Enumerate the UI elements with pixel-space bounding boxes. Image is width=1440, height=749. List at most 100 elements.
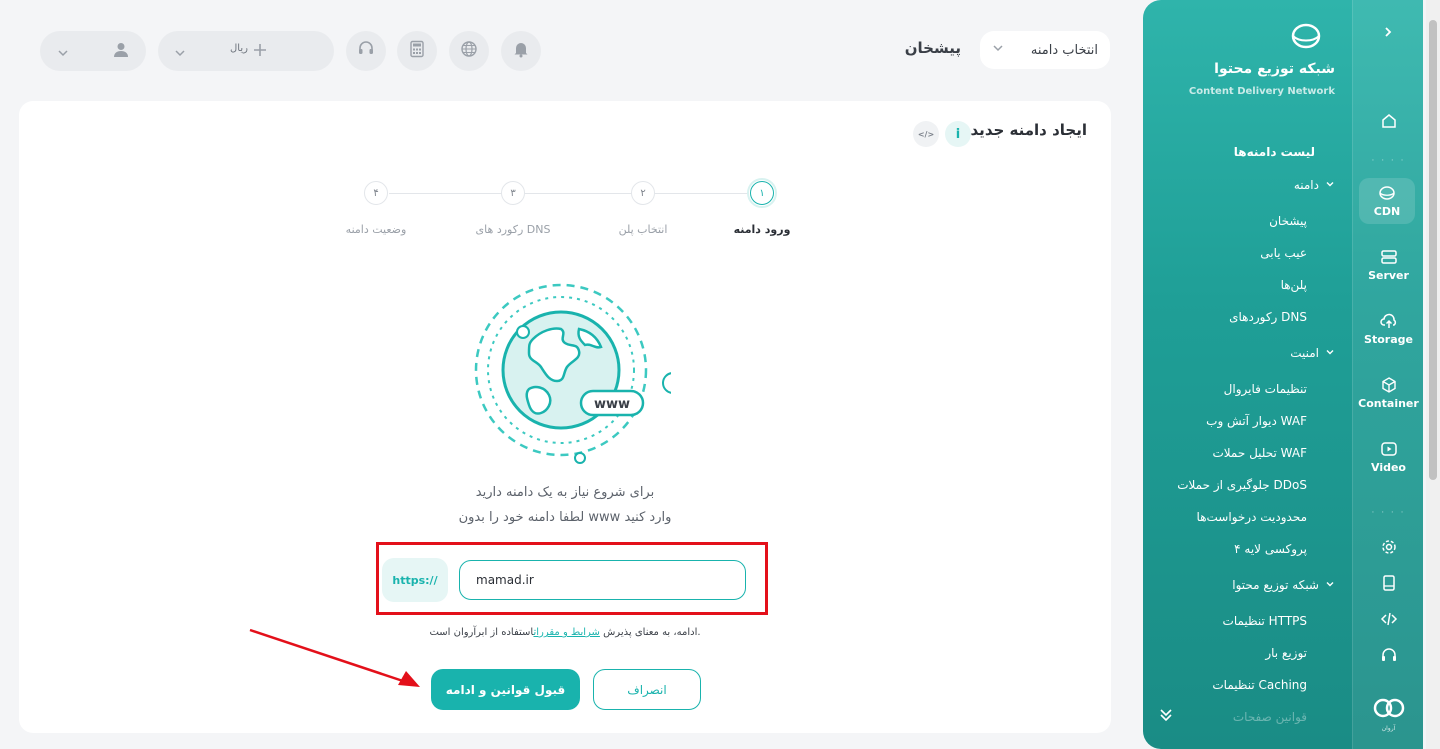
language-button[interactable] bbox=[449, 31, 489, 71]
rail-docs[interactable] bbox=[1353, 574, 1423, 595]
scrollbar-thumb[interactable] bbox=[1429, 20, 1437, 480]
domain-select[interactable]: انتخاب دامنه bbox=[980, 31, 1110, 69]
chevron-down-icon bbox=[1325, 178, 1335, 192]
rail-settings[interactable] bbox=[1353, 538, 1423, 559]
notifications-button[interactable] bbox=[501, 31, 541, 71]
menu-group-label: امنیت bbox=[1290, 346, 1319, 360]
menu-group-security[interactable]: امنیت bbox=[1290, 346, 1335, 360]
info-icon[interactable]: i bbox=[945, 121, 971, 147]
menu-waf-analytics[interactable]: تحلیل حملات WAF bbox=[1212, 446, 1307, 460]
create-domain-card: ایجاد دامنه جدید i </> ۱ ۲ ۳ ۴ ورود دامن… bbox=[19, 101, 1111, 733]
step-4-label: وضعیت دامنه bbox=[345, 223, 407, 236]
cancel-button[interactable]: انصراف bbox=[593, 669, 701, 710]
menu-group-label: دامنه bbox=[1293, 178, 1319, 192]
arvan-logo: آروان bbox=[1353, 694, 1423, 732]
chevron-down-icon bbox=[1325, 578, 1335, 592]
code-icon[interactable]: </> bbox=[913, 121, 939, 147]
domain-select-label: انتخاب دامنه bbox=[1030, 42, 1098, 58]
globe-icon bbox=[460, 40, 478, 62]
wallet-pill[interactable]: ریال bbox=[158, 31, 334, 71]
menu-ddos[interactable]: جلوگیری از حملات DDoS bbox=[1177, 478, 1307, 492]
cdn-icon bbox=[1379, 186, 1395, 200]
cube-icon bbox=[1381, 377, 1396, 393]
sidebar: شبکه توزیع محتوا Content Delivery Networ… bbox=[1143, 0, 1423, 749]
calculator-button[interactable] bbox=[397, 31, 437, 71]
terms-text: ادامه، به معنای پذیرش شرایط و مقرراتاستف… bbox=[19, 627, 1111, 638]
cdn-logo-icon bbox=[1291, 23, 1321, 49]
menu-rate-limit[interactable]: محدودیت درخواست‌ها bbox=[1197, 510, 1307, 524]
bell-icon bbox=[512, 40, 530, 62]
menu-group-label: شبکه توزیع محتوا bbox=[1232, 578, 1319, 592]
rail-api[interactable] bbox=[1353, 610, 1423, 631]
rail-cdn[interactable]: CDN bbox=[1359, 178, 1415, 224]
rail-home[interactable] bbox=[1353, 112, 1423, 133]
rail-label: Video bbox=[1371, 461, 1406, 474]
arvan-logo-text: آروان bbox=[1381, 725, 1396, 732]
stepper: ۱ ۲ ۳ ۴ ورود دامنه انتخاب پلن رکورد های … bbox=[19, 178, 1111, 249]
domain-input[interactable] bbox=[459, 560, 746, 600]
arvan-logo-icon bbox=[1373, 698, 1404, 718]
user-icon bbox=[112, 41, 130, 63]
instruction-line-1: برای شروع نیاز به یک دامنه دارید bbox=[475, 485, 655, 500]
protocol-prefix: https:// bbox=[382, 558, 448, 602]
brand-title: شبکه توزیع محتوا bbox=[1214, 61, 1335, 77]
step-3-label: رکورد های DNS bbox=[475, 223, 551, 236]
collapse-chevron-icon[interactable] bbox=[1381, 24, 1395, 43]
step-4-circle: ۴ bbox=[364, 181, 388, 205]
menu-l4-proxy[interactable]: پروکسی لایه ۴ bbox=[1234, 542, 1307, 556]
page-title: پیشخان bbox=[904, 39, 961, 57]
menu-caching[interactable]: تنظیمات Caching bbox=[1212, 678, 1307, 692]
book-icon bbox=[1382, 575, 1395, 591]
gear-icon bbox=[1381, 540, 1396, 554]
terms-before: ادامه، به معنای پذیرش bbox=[599, 627, 698, 638]
step-2-label: انتخاب پلن bbox=[618, 223, 668, 236]
rail-video[interactable]: Video bbox=[1353, 440, 1423, 474]
globe-illustration: www bbox=[474, 283, 671, 464]
menu-troubleshoot[interactable]: عیب یابی bbox=[1260, 246, 1307, 260]
instruction-line-2: لطفا دامنه خود را بدون www وارد کنید bbox=[458, 510, 672, 525]
menu-firewall[interactable]: تنظیمات فایروال bbox=[1224, 382, 1307, 396]
double-chevron-down-icon[interactable] bbox=[1157, 706, 1175, 728]
rail-server[interactable]: Server bbox=[1353, 248, 1423, 282]
menu-domain-list[interactable]: لیست دامنه‌ها bbox=[1234, 145, 1315, 159]
accept-continue-button[interactable]: قبول قوانین و ادامه bbox=[431, 669, 580, 710]
headset-icon bbox=[357, 40, 375, 62]
rail-container[interactable]: Container bbox=[1353, 376, 1423, 410]
menu-dashboard[interactable]: پیشخان bbox=[1269, 214, 1307, 228]
menu-waf[interactable]: دیوار آتش وب WAF bbox=[1206, 414, 1307, 428]
step-1-label: ورود دامنه bbox=[733, 223, 791, 236]
step-divider bbox=[525, 193, 633, 194]
rail-label: Server bbox=[1368, 269, 1409, 282]
menu-plans[interactable]: پلن‌ها bbox=[1281, 278, 1307, 292]
rail-separator: · · · · bbox=[1371, 508, 1406, 518]
rail-label: Container bbox=[1358, 397, 1419, 410]
terms-link[interactable]: شرایط و مقررات bbox=[533, 627, 599, 638]
svg-text:www: www bbox=[594, 397, 630, 412]
home-icon bbox=[1381, 114, 1396, 128]
menu-load-balancer[interactable]: توزیع بار bbox=[1265, 646, 1307, 660]
currency-label: ریال bbox=[230, 43, 248, 54]
server-icon bbox=[1380, 250, 1397, 264]
menu-group-domain[interactable]: دامنه bbox=[1294, 178, 1335, 192]
card-title: ایجاد دامنه جدید bbox=[970, 121, 1087, 139]
rail-label: CDN bbox=[1373, 205, 1401, 218]
menu-page-rules[interactable]: قوانین صفحات bbox=[1233, 710, 1307, 724]
chevron-down-icon bbox=[1325, 346, 1335, 360]
menu-group-cdn[interactable]: شبکه توزیع محتوا bbox=[1232, 578, 1335, 592]
step-divider bbox=[389, 193, 503, 194]
plus-icon[interactable] bbox=[252, 42, 268, 62]
rail-support[interactable] bbox=[1353, 646, 1423, 667]
user-menu[interactable] bbox=[40, 31, 146, 71]
rail-separator: · · · · bbox=[1371, 156, 1406, 166]
code-icon bbox=[1380, 612, 1397, 626]
step-2-circle: ۲ bbox=[631, 181, 655, 205]
rail-label: Storage bbox=[1364, 333, 1413, 346]
support-button[interactable] bbox=[346, 31, 386, 71]
menu-dns-records[interactable]: رکوردهای DNS bbox=[1229, 310, 1307, 324]
menu-https[interactable]: تنظیمات HTTPS bbox=[1223, 614, 1307, 628]
rail-storage[interactable]: Storage bbox=[1353, 312, 1423, 346]
chevron-down-icon bbox=[992, 42, 1004, 58]
headset-icon bbox=[1381, 648, 1396, 661]
product-rail: · · · · CDN Server Storage Container Vid… bbox=[1352, 0, 1423, 749]
page-scrollbar[interactable] bbox=[1426, 0, 1440, 749]
